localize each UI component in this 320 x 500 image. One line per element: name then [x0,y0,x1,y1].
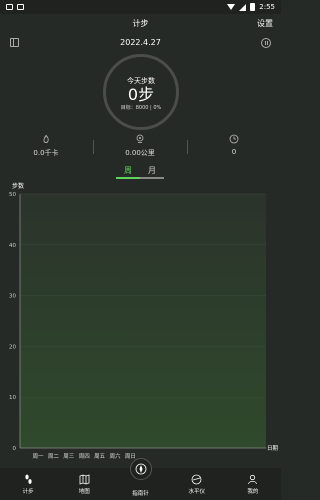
battery-icon [250,3,256,11]
plot-area [20,194,266,448]
x-tick-label: 周四 [79,453,90,460]
app-header: 计步 设置 [0,14,281,32]
nav-steps[interactable]: 计步 [0,468,56,500]
location-pin-icon [136,134,144,143]
nav-label: 指南针 [132,491,149,497]
flame-icon [43,134,49,143]
compass-button[interactable] [129,458,152,480]
wifi-icon [227,4,236,10]
y-tick-label: 50 [9,192,16,198]
nav-label: 地图 [78,488,90,495]
bottom-nav: 计步 地图 指南针 水平仪 我的 [0,458,281,500]
x-axis-label: 日期 [267,445,279,452]
notification-icon [6,4,13,10]
stat-divider [93,140,94,154]
clock-icon [229,134,239,144]
nav-level[interactable]: 水平仪 [169,468,225,500]
chart-svg: 步数01020304050周一 周二 周三 周四 周五 周六 周日日期 [9,182,279,460]
distance-value: 0.00公里 [125,149,155,157]
nav-label: 我的 [247,488,259,495]
x-tick-label: 周一 [32,453,44,460]
nav-map[interactable]: 地图 [56,468,112,500]
steps-chart: 步数 0 10 20 30 40 50 周一 周二 周三 周四 周五 周六 周日 日期 [0,180,281,462]
today-steps-value: 0步 [127,84,155,104]
steps-icon [24,474,32,484]
steps-ring: 今天步数 0步 目标：8000 | 0% [103,54,179,130]
x-tick-label: 周六 [109,452,121,460]
pause-icon[interactable] [261,38,271,48]
x-tick-label: 周三 [63,453,75,460]
duration-stat: 0 [194,134,274,156]
y-tick-label: 10 [9,395,16,401]
nav-label: 水平仪 [188,488,205,495]
y-tick-label: 40 [9,243,16,249]
settings-button[interactable]: 设置 [257,18,273,29]
stat-divider [187,140,188,154]
x-tick-label: 周二 [48,453,60,460]
x-tick-label: 周五 [94,453,106,460]
calories-value: 0.0千卡 [33,149,59,157]
status-time: 2:55 [259,3,275,11]
nav-profile[interactable]: 我的 [225,468,281,500]
today-steps-label: 今天步数 [127,76,155,85]
y-tick-label: 0 [13,446,17,452]
signal-icon [239,3,247,11]
period-tabs: 周 月 [116,165,164,179]
map-icon [79,473,90,485]
nav-label: 计步 [22,488,34,495]
tab-week[interactable]: 周 [116,165,140,179]
page-title: 计步 [132,18,149,28]
compass-icon [135,463,146,475]
nav-compass[interactable]: 指南针 [112,458,168,500]
level-icon [191,474,202,484]
goal-text: 目标：8000 | 0% [120,104,162,111]
y-tick-label: 20 [9,344,16,350]
calories-stat: 0.0千卡 [6,134,86,158]
tab-month[interactable]: 月 [140,165,164,179]
date-row: 2022.4.27 [0,36,281,50]
distance-stat: 0.00公里 [100,134,180,158]
duration-value: 0 [231,148,237,156]
y-axis-label: 步数 [12,182,24,190]
current-date: 2022.4.27 [120,38,161,47]
status-bar: 2:55 [0,0,281,14]
stats-row: 0.0千卡 0.00公里 0 [0,134,281,164]
user-icon [248,474,258,484]
y-tick-label: 30 [9,294,16,300]
notification-icon [17,4,24,10]
